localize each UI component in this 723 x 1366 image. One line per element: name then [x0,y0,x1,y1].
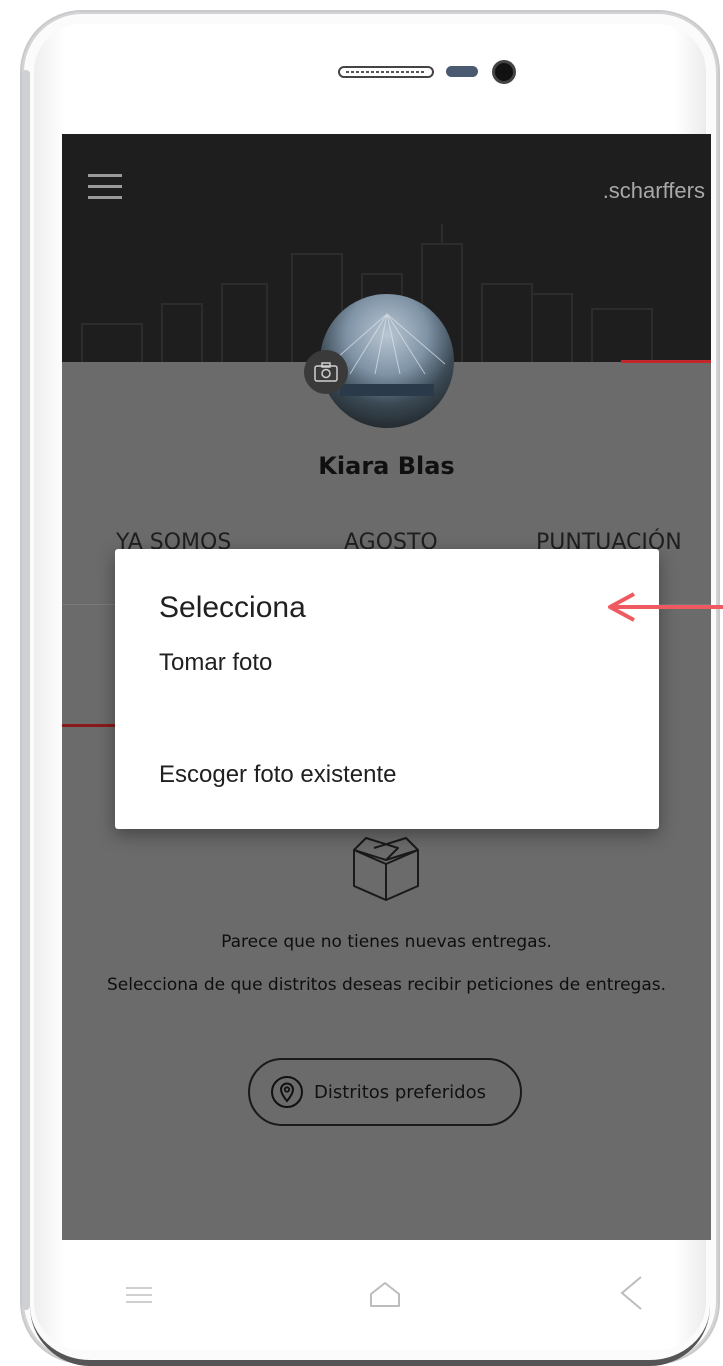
recent-apps-icon[interactable] [124,1284,154,1306]
proximity-sensor [446,66,478,77]
front-camera [492,60,516,84]
phone-side [22,70,30,1310]
annotation-arrow-icon [608,592,723,622]
change-photo-button[interactable] [304,350,348,394]
empty-state-instruction: Selecciona de que distritos deseas recib… [107,975,666,995]
select-photo-dialog: Selecciona Tomar foto Escoger foto exist… [115,549,659,829]
camera-icon [314,362,338,382]
choose-existing-photo-option[interactable]: Escoger foto existente [159,761,396,789]
back-icon[interactable] [618,1274,644,1312]
navigation-bar [62,1240,711,1350]
home-icon[interactable] [368,1280,402,1308]
app-brand: .scharffers [602,178,705,203]
tab-indicator [62,724,122,727]
preferred-districts-label: Distritos preferidos [314,1081,487,1103]
location-pin-icon [271,1076,303,1108]
user-name: Kiara Blas [318,452,455,480]
hamburger-icon [88,174,122,177]
earpiece [338,66,434,78]
preferred-districts-button[interactable]: Distritos preferidos [248,1058,522,1126]
accent-line [621,360,711,363]
menu-button[interactable] [88,174,122,200]
take-photo-option[interactable]: Tomar foto [159,649,272,677]
empty-state-message: Parece que no tienes nuevas entregas. [221,932,552,952]
open-box-icon [353,837,419,901]
dialog-title: Selecciona [159,591,306,624]
